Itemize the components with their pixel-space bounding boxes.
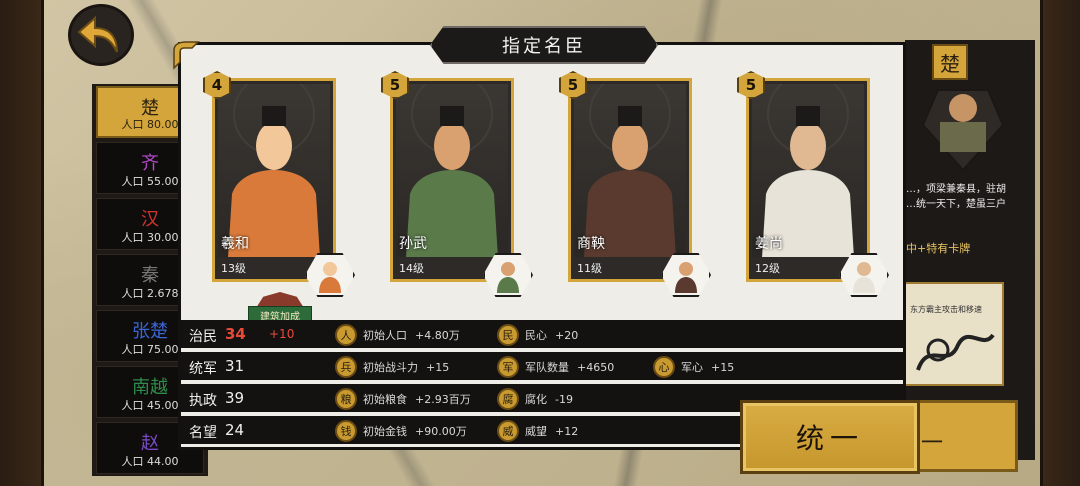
- unify-button[interactable]: 统一: [740, 400, 920, 474]
- effect-name: 威望: [525, 425, 547, 438]
- minister-card[interactable]: 5 商鞅 11级: [559, 71, 711, 297]
- stat-effect: 民 民心 +20: [497, 323, 578, 347]
- effect-icon: 民: [497, 324, 519, 346]
- minister-portrait: [218, 84, 330, 257]
- minister-card[interactable]: 5 姜尚 12级: [737, 71, 889, 297]
- stat-value: 31: [225, 357, 245, 375]
- effect-value: +4.80万: [415, 329, 460, 342]
- effect-value: +20: [555, 328, 579, 342]
- effect-name: 初始金钱: [363, 425, 407, 438]
- effect-icon: 粮: [335, 388, 357, 410]
- special-card[interactable]: 东方霸主攻击和移速: [904, 282, 1004, 386]
- minister-figure-icon: [584, 84, 676, 257]
- special-card-text: 东方霸主攻击和移速: [910, 305, 982, 314]
- special-cards-label: 中+特有卡牌: [906, 242, 971, 255]
- stat-label: 名望: [189, 425, 217, 441]
- effect-icon: 腐: [497, 388, 519, 410]
- faction-leader-portrait: [921, 89, 1005, 172]
- effect-name: 初始战斗力: [363, 361, 418, 374]
- minister-level: 14级: [399, 262, 424, 275]
- minister-name: 姜尚: [755, 236, 783, 252]
- stat-row: 治民 34 +10 人 初始人口 +4.80万 民 民心 +20: [181, 320, 903, 350]
- stat-row: 统军 31 兵 初始战斗力 +15 军 军队数量 +4650 心 军心 +15: [181, 352, 903, 382]
- left-frame: [0, 0, 44, 486]
- effect-icon: 军: [497, 356, 519, 378]
- minister-portrait: [396, 84, 508, 257]
- unify-behind-label: 一: [921, 431, 944, 456]
- dragon-icon: [916, 333, 995, 371]
- faction-description: …，项梁兼秦县，驻胡 …统一天下，楚虽三户: [906, 182, 1032, 212]
- effect-value: +90.00万: [415, 425, 467, 438]
- effect-value: +2.93百万: [415, 393, 471, 406]
- mini-figure-icon: [675, 262, 697, 293]
- stat-effect: 军 军队数量 +4650: [497, 355, 614, 379]
- stat-label: 执政: [189, 393, 217, 409]
- minister-level: 12级: [755, 262, 780, 275]
- effect-name: 初始粮食: [363, 393, 407, 406]
- stat-effect: 威 威望 +12: [497, 419, 578, 443]
- effect-value: +15: [426, 360, 450, 374]
- back-button[interactable]: [68, 4, 134, 66]
- mini-figure-icon: [853, 262, 875, 293]
- effect-icon: 人: [335, 324, 357, 346]
- effect-icon: 威: [497, 420, 519, 442]
- stat-effect: 心 军心 +15: [653, 355, 734, 379]
- stat-bonus: +10: [269, 327, 295, 341]
- effect-icon: 钱: [335, 420, 357, 442]
- mini-figure-icon: [497, 262, 519, 293]
- corner-ornament-icon: [173, 41, 200, 70]
- stat-effect: 腐 腐化 -19: [497, 387, 573, 411]
- minister-level: 11级: [577, 262, 602, 275]
- effect-value: +15: [711, 360, 735, 374]
- minister-name: 孙武: [399, 236, 427, 252]
- minister-card[interactable]: 5 孙武 14级: [381, 71, 533, 297]
- minister-portrait: [574, 84, 686, 257]
- back-arrow-icon: [77, 15, 118, 53]
- minister-name: 羲和: [221, 236, 249, 252]
- effect-name: 民心: [525, 329, 547, 342]
- minister-level: 13级: [221, 262, 246, 275]
- stat-label: 统军: [189, 361, 217, 377]
- minister-figure-icon: [406, 84, 498, 257]
- minister-name: 商鞅: [577, 236, 605, 252]
- stat-value: 24: [225, 421, 245, 439]
- right-frame: [1040, 0, 1080, 486]
- stat-label: 治民: [189, 329, 217, 345]
- effect-name: 初始人口: [363, 329, 407, 342]
- effect-name: 军心: [681, 361, 703, 374]
- minister-portrait: [752, 84, 864, 257]
- effect-name: 腐化: [525, 393, 547, 406]
- effect-value: +4650: [577, 360, 615, 374]
- desc-line: …，项梁兼秦县，驻胡: [906, 184, 1006, 195]
- minister-figure-icon: [762, 84, 854, 257]
- effect-icon: 兵: [335, 356, 357, 378]
- minister-card[interactable]: 4 羲和 13级: [203, 71, 355, 297]
- stat-value: 34: [225, 325, 246, 343]
- stat-effect: 粮 初始粮食 +2.93百万: [335, 387, 471, 411]
- dialog-title: 指定名臣: [430, 26, 658, 64]
- stat-effect: 人 初始人口 +4.80万: [335, 323, 460, 347]
- stat-effect: 钱 初始金钱 +90.00万: [335, 419, 467, 443]
- effect-value: +12: [555, 424, 579, 438]
- stat-value: 39: [225, 389, 245, 407]
- mini-figure-icon: [319, 262, 341, 293]
- effect-icon: 心: [653, 356, 675, 378]
- effect-name: 军队数量: [525, 361, 569, 374]
- effect-value: -19: [555, 392, 573, 406]
- kingdom-population: 人口 44.00: [121, 455, 179, 468]
- desc-line: …统一天下，楚虽三户: [906, 199, 1006, 210]
- stat-effect: 兵 初始战斗力 +15: [335, 355, 449, 379]
- minister-figure-icon: [228, 84, 320, 257]
